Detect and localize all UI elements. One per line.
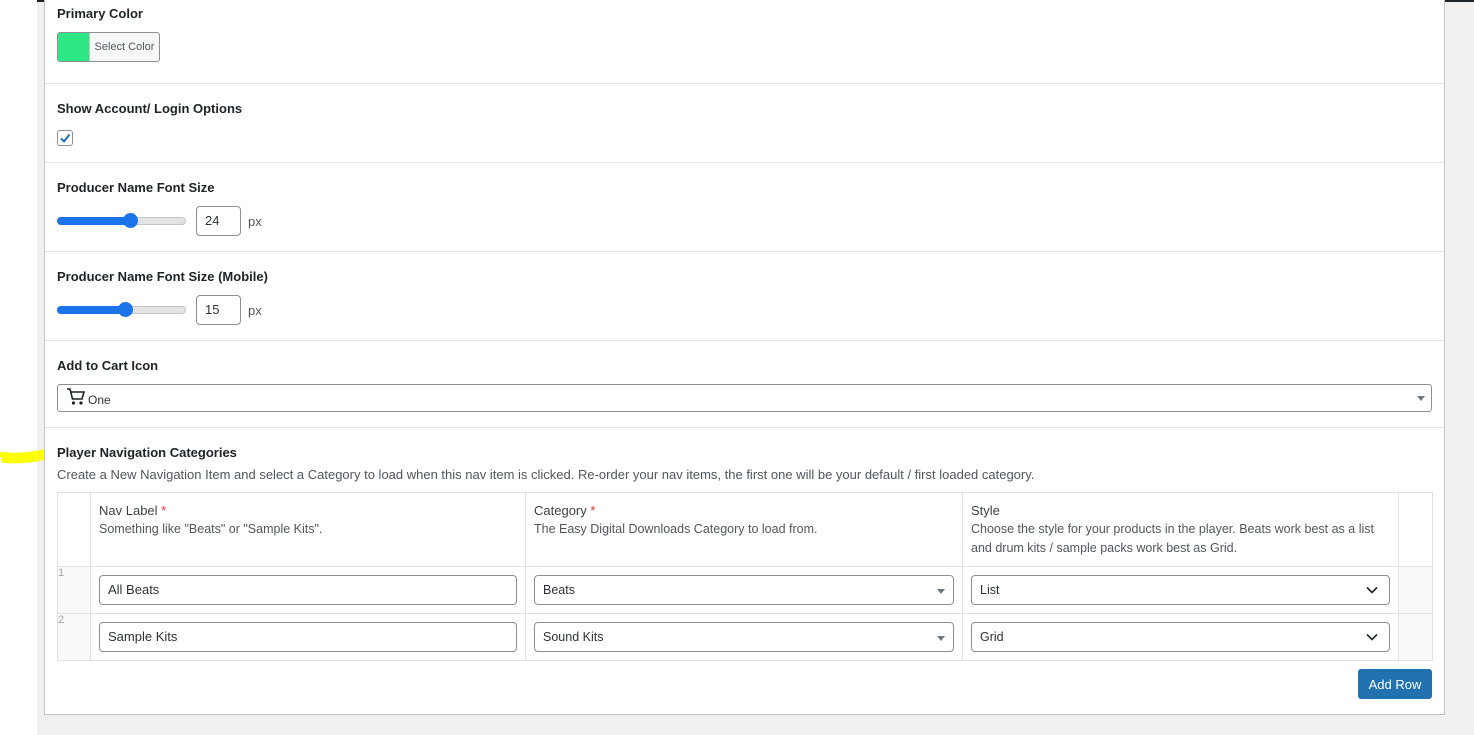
category-value: Beats bbox=[543, 583, 575, 597]
player-nav-label: Player Navigation Categories bbox=[57, 445, 237, 460]
row-order-handle[interactable]: 1 bbox=[57, 566, 91, 614]
style-title: Style bbox=[971, 503, 1000, 518]
dropdown-caret-icon bbox=[1417, 396, 1425, 401]
select-color-button[interactable]: Select Color bbox=[57, 32, 160, 62]
producer-font-size-input[interactable]: 24 bbox=[196, 206, 241, 236]
add-to-cart-icon-select[interactable]: One bbox=[57, 384, 1432, 412]
chevron-down-icon bbox=[1366, 633, 1378, 641]
nav-label-title: Nav Label * bbox=[99, 503, 167, 518]
table-row: 1 All Beats Beats List bbox=[57, 566, 1433, 614]
style-desc: Choose the style for your products in th… bbox=[971, 522, 1374, 555]
add-to-cart-icon-value: One bbox=[88, 393, 111, 407]
account-login-label: Show Account/ Login Options bbox=[57, 101, 243, 116]
dropdown-caret-icon bbox=[937, 636, 945, 641]
style-select[interactable]: List bbox=[971, 575, 1390, 605]
category-title: Category * bbox=[534, 503, 596, 518]
category-value: Sound Kits bbox=[543, 630, 604, 644]
nav-label-input[interactable]: All Beats bbox=[99, 575, 517, 605]
row-actions[interactable] bbox=[1398, 566, 1433, 614]
actions-header bbox=[1398, 492, 1433, 567]
order-header bbox=[57, 492, 91, 567]
producer-font-size-field: Producer Name Font Size bbox=[45, 163, 1444, 252]
nav-label-header: Nav Label * Something like "Beats" or "S… bbox=[90, 492, 526, 567]
category-select[interactable]: Beats bbox=[534, 575, 954, 605]
slider-fill bbox=[57, 306, 125, 314]
producer-font-size-label: Producer Name Font Size bbox=[57, 180, 215, 195]
slider-thumb[interactable] bbox=[118, 302, 133, 317]
color-swatch bbox=[58, 33, 89, 61]
select-color-label: Select Color bbox=[89, 33, 159, 61]
primary-color-field: Primary Color Select Color bbox=[45, 0, 1444, 84]
style-value: List bbox=[980, 583, 1000, 597]
dropdown-caret-icon bbox=[937, 589, 945, 594]
producer-font-size-mobile-input[interactable]: 15 bbox=[196, 295, 241, 325]
add-row-button[interactable]: Add Row bbox=[1358, 669, 1432, 699]
nav-label-desc: Something like "Beats" or "Sample Kits". bbox=[99, 522, 323, 536]
nav-items-table: Nav Label * Something like "Beats" or "S… bbox=[57, 492, 1433, 661]
producer-font-size-slider[interactable] bbox=[57, 213, 186, 228]
producer-font-size-mobile-field: Producer Name Font Size (Mobile) bbox=[45, 252, 1444, 341]
nav-label-input[interactable]: Sample Kits bbox=[99, 622, 517, 652]
player-nav-description: Create a New Navigation Item and select … bbox=[57, 467, 1035, 482]
producer-font-size-mobile-slider[interactable] bbox=[57, 302, 186, 317]
slider-fill bbox=[57, 217, 130, 225]
style-select[interactable]: Grid bbox=[971, 622, 1390, 652]
category-select[interactable]: Sound Kits bbox=[534, 622, 954, 652]
producer-font-size-mobile-label: Producer Name Font Size (Mobile) bbox=[57, 269, 268, 284]
producer-font-size-unit: px bbox=[248, 214, 262, 229]
style-header: Style Choose the style for your products… bbox=[962, 492, 1399, 567]
category-desc: The Easy Digital Downloads Category to l… bbox=[534, 522, 818, 536]
account-login-field: Show Account/ Login Options bbox=[45, 84, 1444, 163]
chevron-down-icon bbox=[1366, 586, 1378, 594]
category-header: Category * The Easy Digital Downloads Ca… bbox=[525, 492, 963, 567]
row-actions[interactable] bbox=[1398, 613, 1433, 661]
table-header-row: Nav Label * Something like "Beats" or "S… bbox=[57, 492, 1433, 567]
shopping-cart-icon bbox=[67, 388, 86, 405]
account-login-checkbox[interactable] bbox=[57, 130, 73, 146]
row-order-handle[interactable]: 2 bbox=[57, 613, 91, 661]
settings-panel: Primary Color Select Color Show Account/… bbox=[44, 0, 1445, 715]
checkmark-icon bbox=[60, 133, 71, 144]
slider-thumb[interactable] bbox=[123, 213, 138, 228]
style-value: Grid bbox=[980, 630, 1004, 644]
primary-color-label: Primary Color bbox=[57, 6, 143, 21]
table-row: 2 Sample Kits Sound Kits Grid bbox=[57, 613, 1433, 661]
left-gutter bbox=[0, 0, 37, 735]
producer-font-size-mobile-unit: px bbox=[248, 303, 262, 318]
add-to-cart-icon-label: Add to Cart Icon bbox=[57, 358, 159, 373]
